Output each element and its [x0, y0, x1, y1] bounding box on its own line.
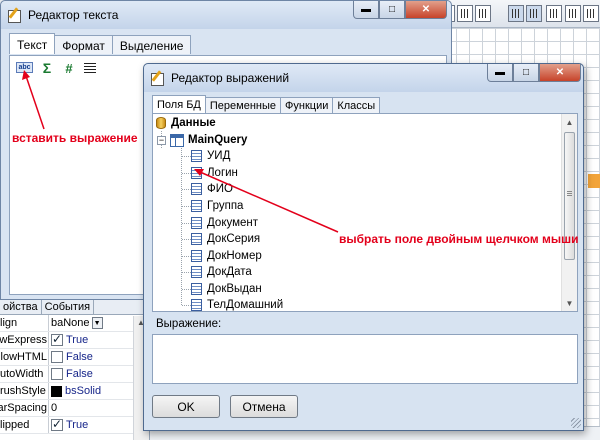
arrow-to-field	[199, 171, 339, 233]
callout-pick-field: выбрать поле двойным щелчком мыши	[339, 232, 579, 246]
annotation-arrows	[22, 70, 339, 233]
arrow-head	[22, 70, 30, 80]
callout-insert-expression: вставить выражение	[12, 131, 138, 145]
arrow-to-insert-icon	[25, 75, 45, 130]
